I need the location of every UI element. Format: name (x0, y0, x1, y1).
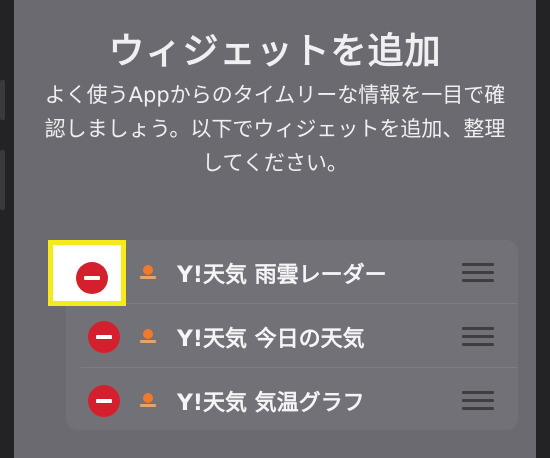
yahoo-weather-icon (139, 328, 157, 346)
widget-row[interactable]: Y!天気 今日の天気 (66, 304, 518, 368)
sheet-title: ウィジェットを追加 (108, 31, 442, 72)
side-button (0, 80, 5, 120)
sheet-description: よく使うAppからのタイムリーな情報を一目で確認しましょう。以下でウィジェットを… (44, 83, 506, 175)
widget-row[interactable]: Y!天気 気温グラフ (66, 368, 518, 432)
widget-label: Y!天気 気温グラフ (177, 391, 365, 416)
side-button (0, 150, 5, 210)
yahoo-weather-icon (139, 392, 157, 410)
yahoo-weather-icon (139, 264, 157, 282)
widget-label: Y!天気 雨雲レーダー (177, 263, 387, 288)
widget-row[interactable]: Y!天気 雨雲レーダー (66, 240, 518, 304)
widget-label: Y!天気 今日の天気 (177, 327, 365, 352)
delete-minus-icon[interactable] (88, 385, 120, 417)
delete-minus-icon[interactable] (76, 262, 108, 294)
reorder-handle-icon[interactable] (462, 391, 494, 411)
widget-list: Y!天気 雨雲レーダー Y!天気 今日の天気 Y!天気 気温グラフ (66, 240, 518, 430)
add-widget-sheet: ウィジェットを追加 よく使うAppからのタイムリーな情報を一目で確認しましょう。… (14, 0, 536, 458)
device-frame-right (536, 0, 550, 458)
device-frame-left (0, 0, 14, 458)
reorder-handle-icon[interactable] (462, 327, 494, 347)
delete-minus-icon[interactable] (88, 321, 120, 353)
highlighted-delete-button[interactable] (48, 240, 126, 306)
reorder-handle-icon[interactable] (462, 263, 494, 283)
